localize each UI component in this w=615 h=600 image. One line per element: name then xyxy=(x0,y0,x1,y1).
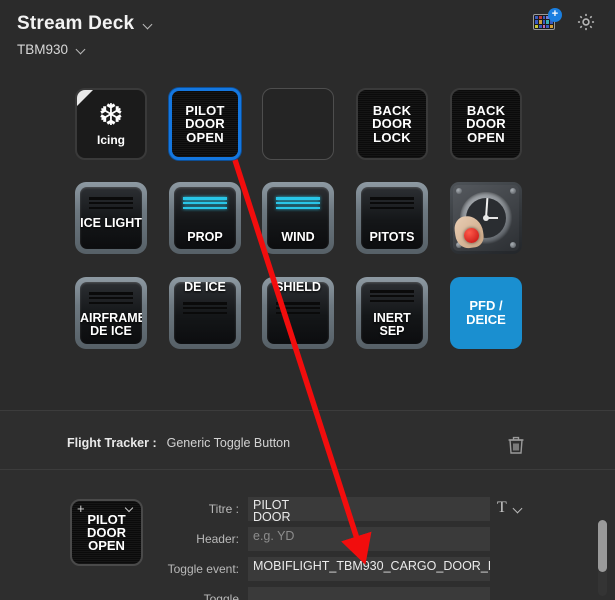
deck-key-prop[interactable]: PROP xyxy=(169,182,241,254)
header-field-label: Header: xyxy=(196,532,239,546)
delete-action-button[interactable] xyxy=(507,435,525,460)
switch-bars-icon xyxy=(370,290,414,302)
deck-key-pilot-door-open[interactable]: PILOT DOOR OPEN xyxy=(169,88,241,160)
toggle-event-field-label: Toggle event: xyxy=(167,562,239,576)
switch-bars-icon xyxy=(370,197,414,209)
deck-key-empty-slot[interactable] xyxy=(262,88,334,160)
deck-key-label: BACK DOOR OPEN xyxy=(466,103,506,145)
deck-key-ice-light[interactable]: ICE LIGHT xyxy=(75,182,147,254)
deck-key-back-door-lock[interactable]: BACK DOOR LOCK xyxy=(356,88,428,160)
switch-bars-icon xyxy=(183,197,227,209)
deck-key-grid: ❆ Icing PILOT DOOR OPEN BACK DOOR LOCK B… xyxy=(0,72,615,410)
vertical-scrollbar[interactable] xyxy=(598,520,607,596)
field-row-toggle-extra: Toggle xyxy=(160,587,490,600)
title-input[interactable]: PILOT DOOR xyxy=(248,497,490,521)
switch-bars-icon xyxy=(276,302,320,314)
deck-key-pfd-deice[interactable]: PFD / DEICE xyxy=(450,277,522,349)
chevron-down-icon[interactable] xyxy=(143,19,154,30)
deck-key-label: DE ICE xyxy=(184,282,226,294)
action-category-label: Flight Tracker : xyxy=(67,436,157,450)
text-style-button[interactable]: T xyxy=(497,499,524,517)
deck-key-shield[interactable]: SHIELD xyxy=(262,277,334,349)
folder-fold-icon xyxy=(77,90,93,106)
toggle-extra-field-label: Toggle xyxy=(203,592,239,600)
deck-key-de-ice[interactable]: DE ICE xyxy=(169,277,241,349)
deck-key-label: PFD / DEICE xyxy=(466,298,506,327)
header-input[interactable]: e.g. YD xyxy=(248,527,490,551)
add-state-icon[interactable]: + xyxy=(77,502,85,515)
page-title: Stream Deck xyxy=(17,13,135,34)
stream-deck-window: Stream Deck TBM930 + ❆ Icing PILOT DOOR … xyxy=(0,0,615,600)
deck-key-label: WIND xyxy=(281,229,315,244)
deck-key-pitots[interactable]: PITOTS xyxy=(356,182,428,254)
field-row-title: Titre : PILOT DOOR xyxy=(160,497,490,521)
deck-key-label: AIRFRAME DE ICE xyxy=(80,311,142,339)
action-settings-form: + PILOT DOOR OPEN Titre : PILOT DOOR Hea… xyxy=(0,483,615,600)
chevron-down-icon[interactable] xyxy=(126,505,135,514)
deck-key-altimeter-gauge[interactable] xyxy=(450,182,522,254)
deck-key-label: ICE LIGHT xyxy=(80,216,142,230)
switch-bars-icon xyxy=(89,197,133,209)
profile-name: TBM930 xyxy=(17,42,69,57)
action-properties-panel: Flight Tracker : Generic Toggle Button +… xyxy=(0,411,615,600)
key-preview-label: PILOT DOOR OPEN xyxy=(87,511,126,554)
settings-button[interactable] xyxy=(575,11,601,37)
action-name-label: Generic Toggle Button xyxy=(166,436,291,450)
deck-key-label: PITOTS xyxy=(369,229,415,244)
action-header: Flight Tracker : Generic Toggle Button xyxy=(67,436,290,450)
deck-key-label: PILOT DOOR OPEN xyxy=(185,103,225,145)
gear-icon xyxy=(577,13,595,31)
gauge-instrument-icon xyxy=(452,185,519,251)
app-title-group[interactable]: Stream Deck xyxy=(17,13,154,35)
key-preview-thumb[interactable]: + PILOT DOOR OPEN xyxy=(70,499,143,566)
deck-key-back-door-open[interactable]: BACK DOOR OPEN xyxy=(450,88,522,160)
deck-key-label: INERT SEP xyxy=(373,311,411,339)
switch-bars-icon xyxy=(89,292,133,304)
chevron-down-icon[interactable] xyxy=(76,44,87,55)
deck-key-label: Icing xyxy=(96,133,125,147)
deck-key-inert-sep[interactable]: INERT SEP xyxy=(356,277,428,349)
deck-key-label: BACK DOOR LOCK xyxy=(372,103,412,145)
key-preview[interactable]: + PILOT DOOR OPEN xyxy=(70,499,143,566)
toggle-extra-input[interactable] xyxy=(248,587,490,600)
chevron-down-icon[interactable] xyxy=(513,503,524,514)
toggle-event-input[interactable]: MOBIFLIGHT_TBM930_CARGO_DOOR_I xyxy=(248,557,490,581)
profile-selector[interactable]: TBM930 xyxy=(17,42,87,57)
trash-icon xyxy=(508,436,524,454)
switch-bars-icon xyxy=(276,197,320,209)
deck-key-wind[interactable]: WIND xyxy=(262,182,334,254)
field-row-header: Header: e.g. YD xyxy=(160,527,490,551)
deck-key-label: SHIELD xyxy=(275,282,321,294)
add-deck-button[interactable]: + xyxy=(533,8,562,37)
header-icon-group: + xyxy=(533,8,601,37)
text-tool-icon: T xyxy=(497,499,507,516)
snowflake-icon: ❆ xyxy=(98,99,124,132)
red-button-icon xyxy=(464,228,479,243)
deck-key-icing[interactable]: ❆ Icing xyxy=(75,88,147,160)
title-field-label: Titre : xyxy=(208,502,239,516)
deck-key-airframe-de-ice[interactable]: AIRFRAME DE ICE xyxy=(75,277,147,349)
scrollbar-thumb[interactable] xyxy=(598,520,607,572)
switch-bars-icon xyxy=(183,302,227,314)
field-row-toggle-event: Toggle event: MOBIFLIGHT_TBM930_CARGO_DO… xyxy=(160,557,490,581)
plus-badge: + xyxy=(548,8,562,22)
action-header-divider xyxy=(0,469,615,470)
deck-key-label: PROP xyxy=(187,229,223,244)
app-header: Stream Deck TBM930 + xyxy=(0,0,615,72)
